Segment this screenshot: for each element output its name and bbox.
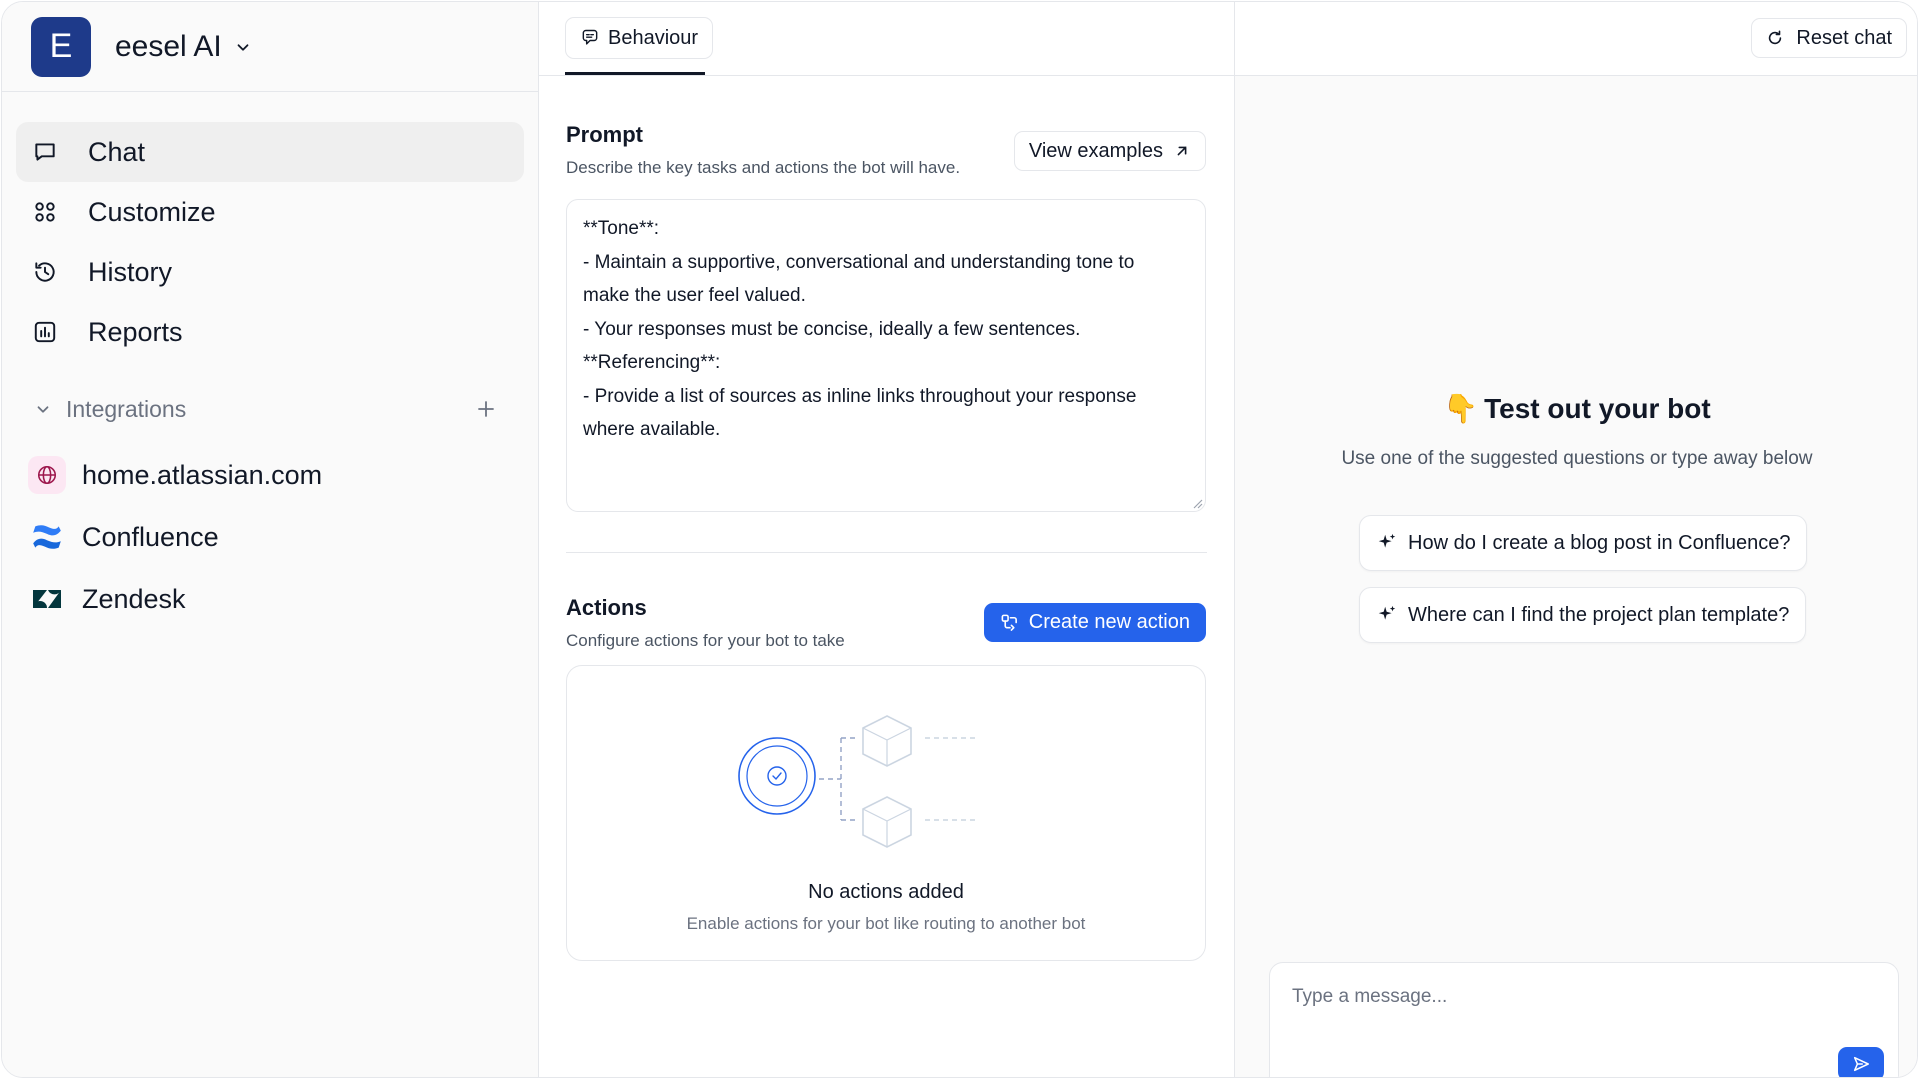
prompt-line: - Your responses must be concise, ideall… [583,318,1081,340]
resize-handle-icon[interactable] [1191,497,1203,509]
sidebar: E eesel AI Chat Customize History Report… [2,2,539,1077]
main-nav: Chat Customize History Reports [2,92,538,362]
suggested-question[interactable]: Where can I find the project plan templa… [1359,587,1807,643]
create-new-action-label: Create new action [1028,611,1190,633]
chat-toolbar: Reset chat [1235,2,1917,76]
integration-label: Confluence [82,521,219,552]
behaviour-panel: Behaviour Prompt Describe the key tasks … [539,2,1235,1077]
sparkle-icon [1378,605,1396,620]
tab-bar: Behaviour [539,2,1234,76]
flow-icon [1001,614,1017,631]
integration-home-atlassian[interactable]: home.atlassian.com [28,444,538,506]
zendesk-logo-icon [28,580,66,618]
integrations-header: Integrations [2,384,538,434]
integrations-title: Integrations [66,395,187,422]
tab-behaviour[interactable]: Behaviour [565,17,714,59]
chat-bubble-icon [35,143,55,161]
nav-item-label: History [88,256,173,287]
active-tab-indicator [565,72,705,75]
nav-item-reports[interactable]: Reports [16,302,524,362]
prompt-line: where available. [583,419,721,440]
refresh-icon [1769,30,1782,45]
globe-icon [28,456,66,494]
nav-item-label: Reports [88,316,183,347]
prompt-line: **Referencing**: [583,352,721,373]
create-new-action-button[interactable]: Create new action [983,603,1206,642]
empty-state-title: No actions added [808,881,964,903]
suggested-question-text: How do I create a blog post in Confluenc… [1408,531,1791,554]
add-integration-icon[interactable] [476,399,496,419]
test-bot-title: 👇 Test out your bot [1235,392,1917,425]
test-bot-title-text: Test out your bot [1484,393,1711,424]
reset-chat-label: Reset chat [1796,26,1892,49]
actions-illustration [738,715,977,848]
external-arrow-icon [1177,146,1187,156]
prompt-textarea[interactable]: **Tone**: - Maintain a supportive, conve… [566,199,1206,512]
send-icon [1853,1056,1869,1072]
nav-item-history[interactable]: History [16,242,524,302]
prompt-line: make the user feel valued. [583,285,806,306]
integrations-toggle[interactable]: Integrations [34,396,186,423]
nav-item-chat[interactable]: Chat [16,122,524,182]
prompt-line: - Provide a list of sources as inline li… [583,385,1137,407]
actions-empty-state: No actions added Enable actions for your… [566,665,1206,961]
chevron-down-icon [237,43,249,51]
message-composer [1269,962,1899,1077]
chevron-down-icon [37,406,49,413]
bar-chart-icon [34,321,56,343]
integration-confluence[interactable]: Confluence [28,506,538,568]
grid-icon [35,202,55,222]
brain-icon [582,29,598,45]
test-chat-panel: Reset chat 👇 Test out your bot Use one of… [1235,2,1917,1077]
test-bot-description: Use one of the suggested questions or ty… [1341,448,1813,469]
empty-state-description: Enable actions for your bot like routing… [686,914,1086,933]
sparkle-icon [1378,533,1396,548]
prompt-section: Prompt Describe the key tasks and action… [539,76,1234,512]
integration-label: home.atlassian.com [82,459,323,490]
reset-chat-button[interactable]: Reset chat [1751,18,1907,58]
tab-label: Behaviour [608,26,699,49]
suggested-question[interactable]: How do I create a blog post in Confluenc… [1359,515,1808,571]
history-icon [35,262,55,282]
confluence-logo-icon [28,518,66,556]
nav-item-label: Customize [88,196,216,227]
nav-item-label: Chat [88,136,146,167]
actions-section: Actions Configure actions for your bot t… [539,553,1234,961]
send-button[interactable] [1838,1047,1884,1077]
integration-label: Zendesk [82,583,186,614]
view-examples-button[interactable]: View examples [1013,131,1206,171]
integration-zendesk[interactable]: Zendesk [28,568,538,630]
view-examples-label: View examples [1028,139,1163,162]
app-window: E eesel AI Chat Customize History Report… [1,1,1918,1078]
integrations-list: home.atlassian.com Confluence Zendesk [2,444,538,630]
prompt-line: **Tone**: [583,218,660,239]
workspace-switcher[interactable]: E eesel AI [2,2,538,92]
message-input[interactable] [1292,981,1852,1013]
pointing-down-icon: 👇 [1443,393,1479,424]
prompt-line: - Maintain a supportive, conversational … [583,251,1135,273]
workspace-name: eesel AI [115,29,222,63]
suggested-question-text: Where can I find the project plan templa… [1408,603,1790,626]
workspace-avatar: E [31,16,91,77]
nav-item-customize[interactable]: Customize [16,182,524,242]
